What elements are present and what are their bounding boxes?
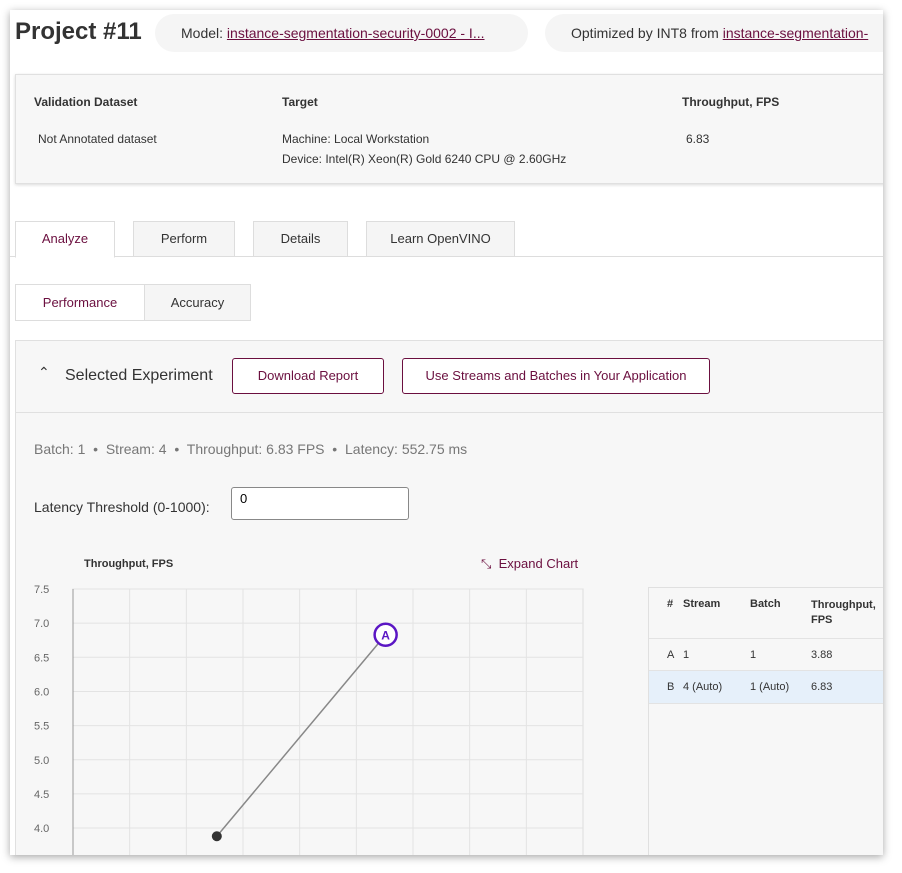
- panel-title: Selected Experiment: [65, 367, 213, 384]
- panel-header: ⌃ Selected Experiment Download Report Us…: [16, 341, 883, 413]
- row-stream: 4 (Auto): [683, 681, 723, 693]
- y-tick-label: 7.0: [34, 618, 49, 630]
- table-row[interactable]: A 1 1 3.88: [649, 639, 883, 671]
- tab-perform[interactable]: Perform: [133, 221, 235, 257]
- subtab-performance[interactable]: Performance: [15, 284, 145, 321]
- y-tick-label: 4.0: [34, 823, 49, 835]
- optimized-pill: Optimized by INT8 from instance-segmenta…: [545, 14, 883, 52]
- row-stream: 1: [683, 649, 690, 661]
- row-id: B: [667, 681, 675, 693]
- row-id: A: [667, 649, 675, 661]
- row-fps: 6.83: [811, 681, 833, 693]
- summary-batch: Batch: 1: [34, 441, 86, 457]
- table-row-selected[interactable]: B 4 (Auto) 1 (Auto) 6.83: [649, 671, 883, 704]
- download-report-button[interactable]: Download Report: [232, 358, 384, 394]
- tab-details[interactable]: Details: [253, 221, 348, 257]
- chevron-up-icon[interactable]: ⌃: [38, 364, 50, 381]
- optimized-label: Optimized by INT8 from: [571, 25, 723, 41]
- tab-analyze[interactable]: Analyze: [15, 221, 115, 258]
- latency-threshold-input[interactable]: [231, 487, 409, 520]
- subtab-accuracy[interactable]: Accuracy: [144, 284, 251, 321]
- machine-value: Machine: Local Workstation: [282, 132, 430, 146]
- experiment-summary: Batch: 1 • Stream: 4 • Throughput: 6.83 …: [34, 441, 468, 457]
- expand-label: Expand Chart: [498, 556, 579, 571]
- y-tick-label: 5.5: [34, 721, 49, 733]
- tab-learn-openvino[interactable]: Learn OpenVINO: [366, 221, 515, 257]
- summary-throughput: Throughput: 6.83 FPS: [186, 441, 325, 457]
- latency-threshold-label: Latency Threshold (0-1000):: [34, 499, 210, 515]
- parent-model-link[interactable]: instance-segmentation-: [723, 25, 869, 41]
- col-batch: Batch: [750, 598, 781, 610]
- page-title: Project #11: [15, 18, 142, 45]
- experiments-table: # Stream Batch Throughput, FPS A 1 1 3.8…: [648, 587, 883, 855]
- use-streams-batches-button[interactable]: Use Streams and Batches in Your Applicat…: [402, 358, 710, 394]
- y-tick-label: 7.5: [34, 584, 49, 596]
- row-fps: 3.88: [811, 649, 833, 661]
- target-header: Target: [282, 95, 318, 109]
- row-batch: 1 (Auto): [750, 681, 790, 693]
- app-window: Project #11 Model: instance-segmentation…: [10, 10, 883, 855]
- dataset-value: Not Annotated dataset: [38, 132, 157, 146]
- device-value: Device: Intel(R) Xeon(R) Gold 6240 CPU @…: [282, 152, 567, 166]
- point-label: A: [381, 628, 390, 642]
- data-point: [211, 831, 222, 842]
- expand-icon: ⤡: [481, 556, 492, 571]
- expand-chart-button[interactable]: ⤡ Expand Chart: [481, 556, 578, 572]
- summary-stream: Stream: 4: [105, 441, 167, 457]
- model-label: Model:: [181, 25, 227, 41]
- throughput-header: Throughput, FPS: [682, 95, 780, 109]
- model-pill: Model: instance-segmentation-security-00…: [155, 14, 528, 52]
- summary-latency: Latency: 552.75 ms: [345, 441, 468, 457]
- dataset-header: Validation Dataset: [34, 95, 138, 109]
- y-tick-label: 4.5: [34, 789, 49, 801]
- col-throughput: Throughput, FPS: [811, 599, 876, 626]
- selected-experiment-panel: ⌃ Selected Experiment Download Report Us…: [15, 340, 883, 855]
- table-header: # Stream Batch Throughput, FPS: [649, 588, 883, 639]
- throughput-chart[interactable]: 7.5 7.0 6.5 6.0 5.5 5.0 4.5 4.0 A: [16, 571, 596, 855]
- chart-y-label: Throughput, FPS: [84, 558, 174, 570]
- project-info-card: Validation Dataset Target Throughput, FP…: [15, 74, 883, 184]
- plot-area: [72, 588, 584, 855]
- y-tick-label: 6.0: [34, 686, 49, 698]
- col-id: #: [667, 598, 674, 610]
- y-tick-label: 5.0: [34, 755, 49, 767]
- row-batch: 1: [750, 649, 757, 661]
- throughput-value: 6.83: [686, 132, 710, 146]
- model-link[interactable]: instance-segmentation-security-0002 - I.…: [227, 25, 485, 41]
- col-stream: Stream: [683, 598, 721, 610]
- y-tick-label: 6.5: [34, 652, 49, 664]
